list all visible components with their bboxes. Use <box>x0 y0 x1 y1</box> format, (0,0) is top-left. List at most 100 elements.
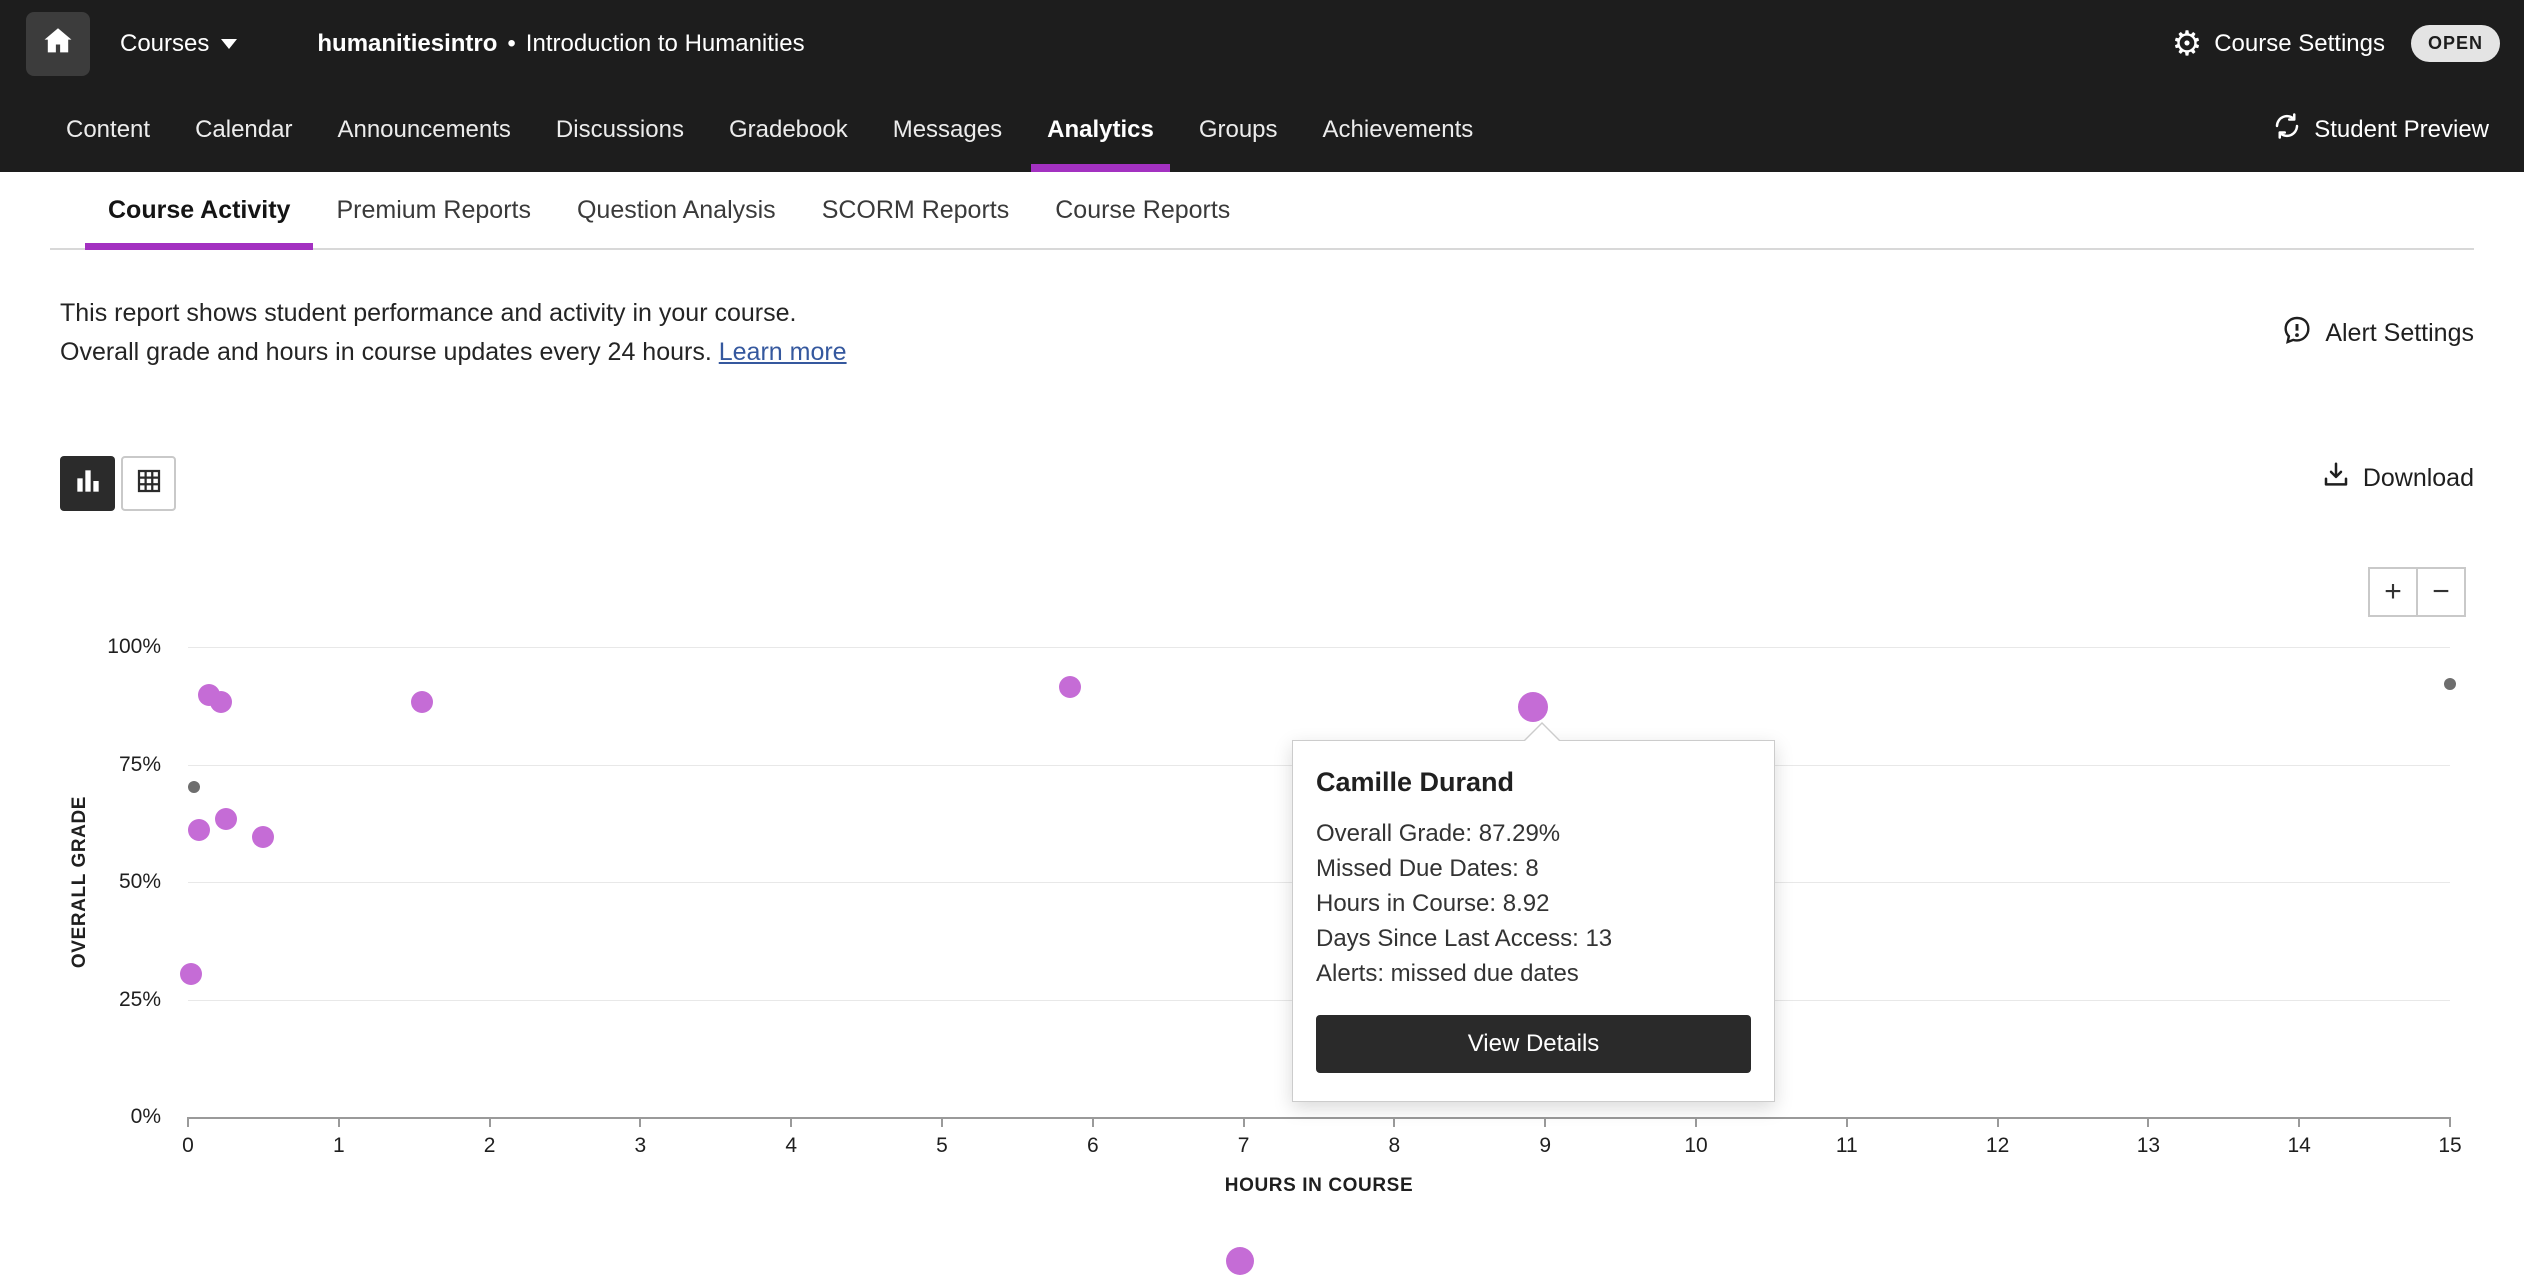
course-code: humanitiesintro <box>317 30 497 58</box>
y-tick-label: 0% <box>0 1102 161 1132</box>
tab-label: Announcements <box>337 116 510 144</box>
data-point[interactable] <box>180 963 202 985</box>
report-description: This report shows student performance an… <box>60 294 847 372</box>
bar-chart-icon <box>72 465 104 502</box>
courses-label: Courses <box>120 30 209 58</box>
x-tick-label: 8 <box>1354 1134 1434 1158</box>
view-details-button[interactable]: View Details <box>1316 1015 1751 1073</box>
data-point[interactable] <box>188 781 200 793</box>
partial-data-point[interactable] <box>1226 1247 1254 1275</box>
tooltip-hours-in-course: Hours in Course: 8.92 <box>1316 886 1751 921</box>
tab-achievements[interactable]: Achievements <box>1307 87 1490 172</box>
x-tick-mark <box>1695 1117 1697 1127</box>
x-tick-label: 9 <box>1505 1134 1585 1158</box>
x-tick-mark <box>2298 1117 2300 1127</box>
tab-discussions[interactable]: Discussions <box>540 87 700 172</box>
data-point[interactable] <box>210 691 232 713</box>
y-tick-label: 50% <box>0 867 161 897</box>
learn-more-link[interactable]: Learn more <box>719 338 847 366</box>
subtab-premium-reports[interactable]: Premium Reports <box>313 172 554 248</box>
x-tick-mark <box>1846 1117 1848 1127</box>
data-point[interactable] <box>1059 676 1081 698</box>
x-tick-mark <box>1092 1117 1094 1127</box>
status-badge-open: OPEN <box>2411 25 2500 62</box>
tooltip-days-since-access: Days Since Last Access: 13 <box>1316 921 1751 956</box>
tab-label: Analytics <box>1047 116 1154 144</box>
student-preview-button[interactable]: Student Preview <box>2272 87 2489 172</box>
download-icon <box>2321 460 2351 497</box>
zoom-controls: + − <box>2368 567 2466 617</box>
data-point[interactable] <box>252 826 274 848</box>
x-tick-mark <box>489 1117 491 1127</box>
tab-messages[interactable]: Messages <box>877 87 1018 172</box>
zoom-out-button[interactable]: − <box>2416 567 2466 617</box>
top-bar: Courses humanitiesintro • Introduction t… <box>0 0 2524 87</box>
x-tick-mark <box>187 1117 189 1127</box>
tooltip-alerts: Alerts: missed due dates <box>1316 956 1751 991</box>
subtab-course-activity[interactable]: Course Activity <box>85 172 313 248</box>
tooltip-missed-due-dates: Missed Due Dates: 8 <box>1316 851 1751 886</box>
tab-calendar[interactable]: Calendar <box>179 87 308 172</box>
x-tick-mark <box>1393 1117 1395 1127</box>
tab-groups[interactable]: Groups <box>1183 87 1294 172</box>
course-settings-label: Course Settings <box>2214 30 2385 58</box>
tab-announcements[interactable]: Announcements <box>321 87 526 172</box>
chart-view-button[interactable] <box>60 456 115 511</box>
tab-gradebook[interactable]: Gradebook <box>713 87 864 172</box>
tab-label: Achievements <box>1323 116 1474 144</box>
x-tick-label: 12 <box>1958 1134 2038 1158</box>
y-tick-label: 25% <box>0 985 161 1015</box>
x-axis-title: HOURS IN COURSE <box>188 1175 2450 1197</box>
tab-content[interactable]: Content <box>50 87 166 172</box>
home-button[interactable] <box>26 12 90 76</box>
tooltip-overall-grade: Overall Grade: 87.29% <box>1316 816 1751 851</box>
x-tick-mark <box>2449 1117 2451 1127</box>
tab-analytics[interactable]: Analytics <box>1031 87 1170 172</box>
y-tick-label: 75% <box>0 750 161 780</box>
x-tick-mark <box>1544 1117 1546 1127</box>
x-axis-line <box>188 1117 2450 1119</box>
x-tick-label: 2 <box>450 1134 530 1158</box>
x-axis-tick-labels: 0123456789101112131415 <box>188 1134 2450 1164</box>
tooltip-student-name: Camille Durand <box>1316 767 1751 798</box>
x-tick-label: 5 <box>902 1134 982 1158</box>
courses-menu[interactable]: Courses <box>120 30 237 58</box>
x-tick-label: 14 <box>2259 1134 2339 1158</box>
x-tick-label: 0 <box>148 1134 228 1158</box>
tab-label: Content <box>66 116 150 144</box>
highlighted-data-point[interactable] <box>1518 692 1548 722</box>
data-point[interactable] <box>411 691 433 713</box>
main-nav: Content Calendar Announcements Discussio… <box>0 87 2524 172</box>
download-label: Download <box>2363 464 2474 493</box>
x-tick-mark <box>1997 1117 1999 1127</box>
subtab-label: Premium Reports <box>336 196 531 225</box>
subtab-scorm-reports[interactable]: SCORM Reports <box>799 172 1033 248</box>
x-tick-mark <box>2147 1117 2149 1127</box>
student-preview-label: Student Preview <box>2314 116 2489 144</box>
subtab-question-analysis[interactable]: Question Analysis <box>554 172 799 248</box>
course-title: Introduction to Humanities <box>526 30 805 58</box>
x-tick-mark <box>790 1117 792 1127</box>
subtab-label: Question Analysis <box>577 196 776 225</box>
table-view-button[interactable] <box>121 456 176 511</box>
tab-label: Calendar <box>195 116 292 144</box>
report-description-line2: Overall grade and hours in course update… <box>60 338 712 366</box>
x-tick-label: 4 <box>751 1134 831 1158</box>
course-settings-button[interactable]: ⚙ Course Settings <box>2172 27 2385 61</box>
x-tick-label: 10 <box>1656 1134 1736 1158</box>
data-point[interactable] <box>188 819 210 841</box>
y-tick-label: 100% <box>0 632 161 662</box>
gear-icon: ⚙ <box>2172 27 2202 61</box>
data-point[interactable] <box>215 808 237 830</box>
alert-settings-button[interactable]: Alert Settings <box>2281 314 2474 353</box>
zoom-in-button[interactable]: + <box>2368 567 2418 617</box>
subtab-course-reports[interactable]: Course Reports <box>1032 172 1253 248</box>
data-point[interactable] <box>2444 678 2456 690</box>
table-grid-icon <box>134 466 164 501</box>
breadcrumb-separator: • <box>507 30 515 58</box>
download-button[interactable]: Download <box>2321 460 2474 497</box>
y-axis-tick-labels: 100%75%50%25%0% <box>0 647 161 1117</box>
x-tick-mark <box>338 1117 340 1127</box>
x-tick-mark <box>941 1117 943 1127</box>
x-tick-label: 6 <box>1053 1134 1133 1158</box>
